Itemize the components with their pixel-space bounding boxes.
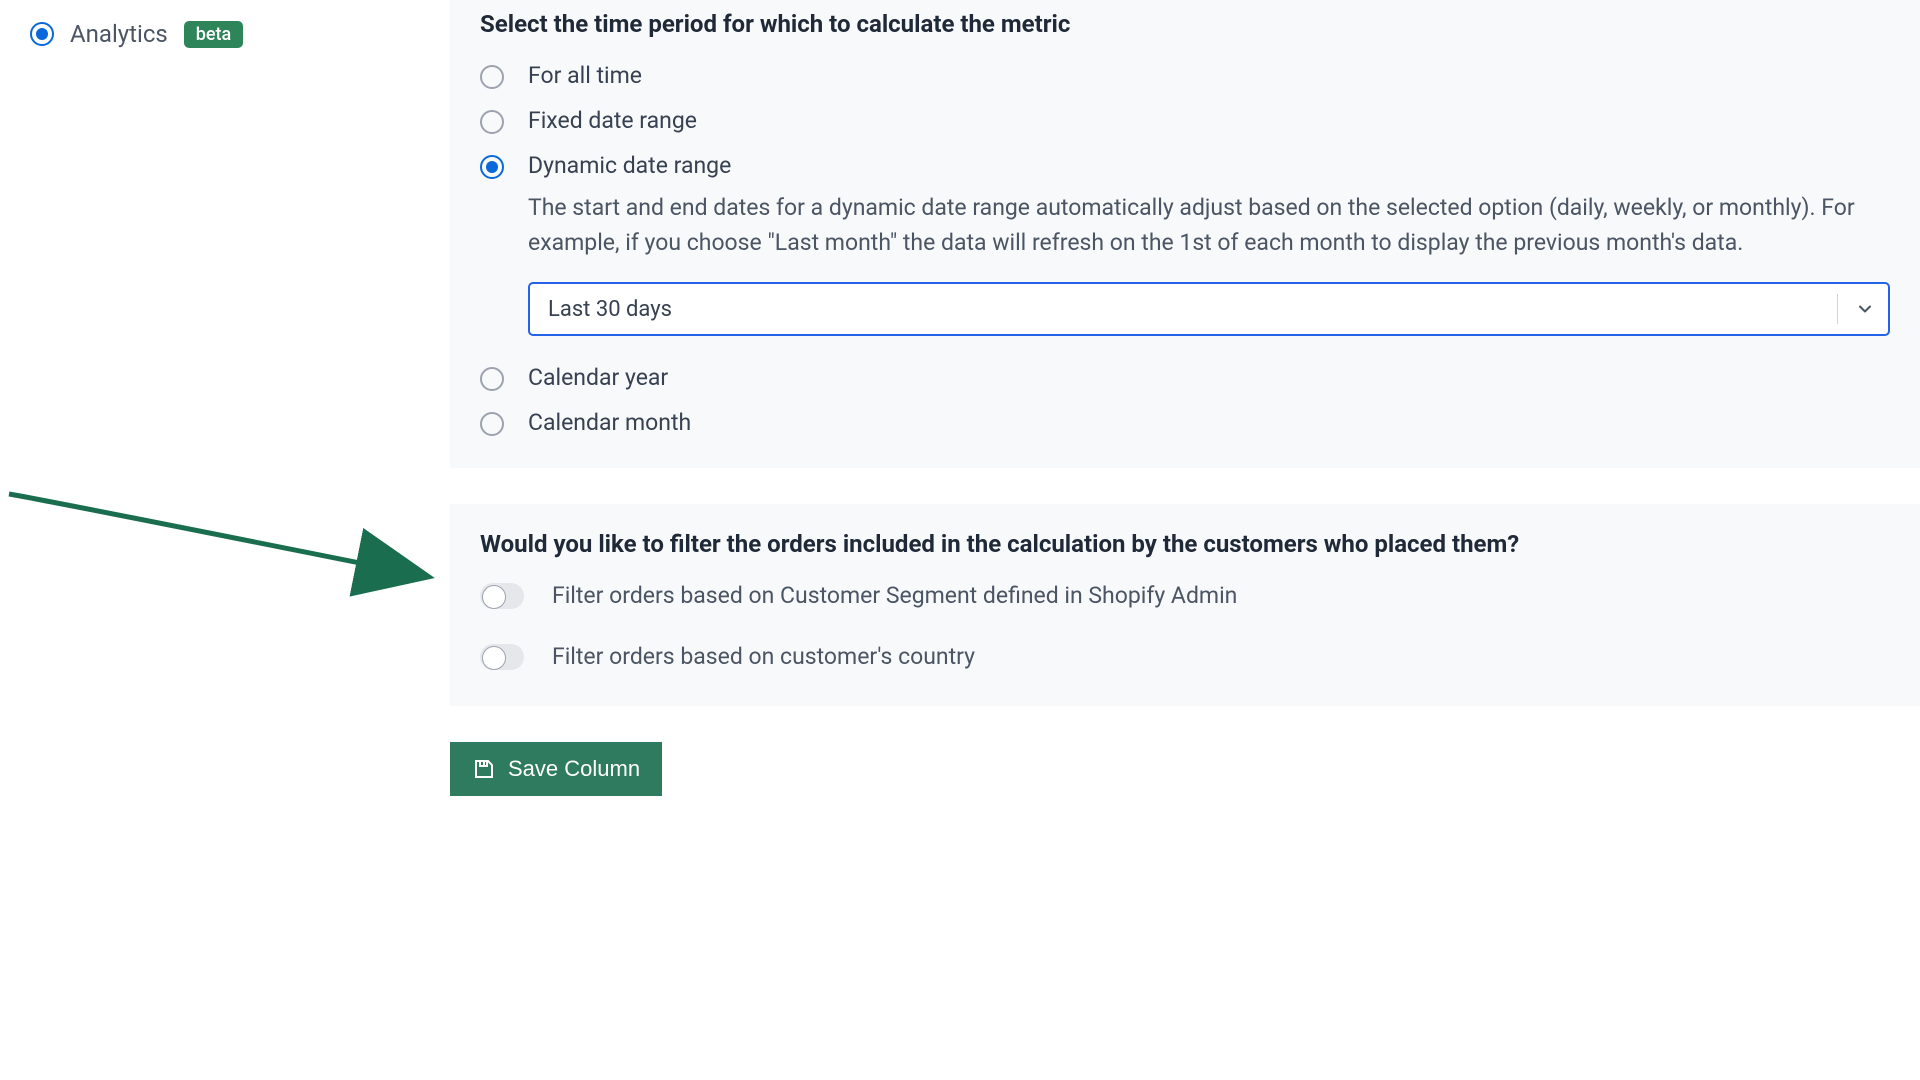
radio-icon bbox=[30, 22, 54, 46]
time-period-heading: Select the time period for which to calc… bbox=[480, 10, 1890, 38]
filter-heading: Would you like to filter the orders incl… bbox=[480, 530, 1890, 558]
radio-icon bbox=[480, 155, 504, 179]
radio-label: For all time bbox=[528, 62, 642, 89]
select-divider bbox=[1837, 294, 1838, 324]
radio-icon bbox=[480, 412, 504, 436]
radio-option-calendar-year[interactable]: Calendar year bbox=[480, 364, 1890, 391]
toggle-switch[interactable] bbox=[480, 644, 524, 670]
dynamic-range-select[interactable]: Last 30 days bbox=[528, 282, 1890, 336]
save-column-button[interactable]: Save Column bbox=[450, 742, 662, 796]
radio-label: Calendar month bbox=[528, 409, 691, 436]
radio-option-all-time[interactable]: For all time bbox=[480, 62, 1890, 89]
radio-label: Fixed date range bbox=[528, 107, 697, 134]
toggle-switch[interactable] bbox=[480, 583, 524, 609]
sidebar-item-analytics[interactable]: Analytics beta bbox=[30, 20, 420, 48]
toggle-label: Filter orders based on Customer Segment … bbox=[552, 582, 1237, 609]
time-period-section: Select the time period for which to calc… bbox=[450, 0, 1920, 468]
select-value: Last 30 days bbox=[530, 297, 1837, 322]
beta-badge: beta bbox=[184, 21, 243, 48]
arrow-annotation-icon bbox=[5, 490, 445, 610]
sidebar: Analytics beta bbox=[0, 0, 450, 1080]
main-content: Select the time period for which to calc… bbox=[450, 0, 1920, 1080]
radio-label: Calendar year bbox=[528, 364, 668, 391]
radio-option-dynamic-range[interactable]: Dynamic date range The start and end dat… bbox=[480, 152, 1890, 336]
radio-option-calendar-month[interactable]: Calendar month bbox=[480, 409, 1890, 436]
radio-icon bbox=[480, 65, 504, 89]
toggle-row-segment[interactable]: Filter orders based on Customer Segment … bbox=[480, 582, 1890, 609]
toggle-label: Filter orders based on customer's countr… bbox=[552, 643, 975, 670]
radio-icon bbox=[480, 110, 504, 134]
radio-option-fixed-range[interactable]: Fixed date range bbox=[480, 107, 1890, 134]
radio-label: Dynamic date range bbox=[528, 152, 731, 179]
toggle-row-country[interactable]: Filter orders based on customer's countr… bbox=[480, 643, 1890, 670]
chevron-down-icon bbox=[1842, 299, 1888, 319]
dynamic-range-help-text: The start and end dates for a dynamic da… bbox=[528, 191, 1890, 260]
filter-section: Would you like to filter the orders incl… bbox=[450, 504, 1920, 706]
save-button-label: Save Column bbox=[508, 756, 640, 782]
radio-icon bbox=[480, 367, 504, 391]
save-icon bbox=[472, 757, 496, 781]
sidebar-item-label: Analytics bbox=[70, 20, 168, 48]
